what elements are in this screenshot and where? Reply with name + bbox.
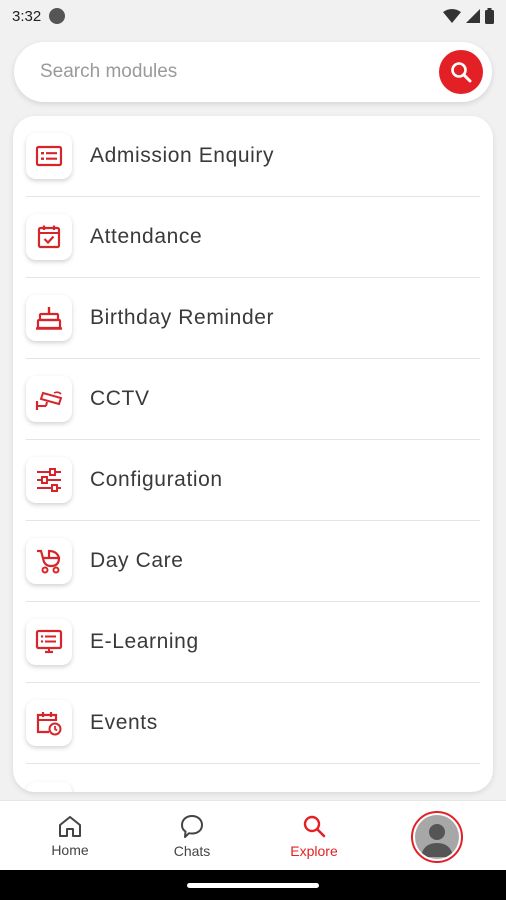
partial-module-icon bbox=[26, 781, 72, 792]
module-label: Birthday Reminder bbox=[90, 306, 275, 329]
search-input[interactable] bbox=[40, 52, 439, 92]
module-label: E-Learning bbox=[90, 630, 199, 653]
user-icon bbox=[421, 824, 453, 857]
avatar bbox=[415, 815, 459, 859]
module-item-attendance[interactable]: Attendance bbox=[26, 197, 480, 278]
nav-chats[interactable]: Chats bbox=[147, 801, 237, 871]
module-item-configuration[interactable]: Configuration bbox=[26, 440, 480, 521]
calendar-clock-icon bbox=[26, 700, 72, 746]
home-icon bbox=[59, 816, 81, 837]
module-label: Admission Enquiry bbox=[90, 144, 275, 167]
nav-home-label: Home bbox=[51, 842, 89, 858]
module-item-e-learning[interactable]: E-Learning bbox=[26, 602, 480, 683]
search-button[interactable] bbox=[439, 50, 483, 94]
module-label: Configuration bbox=[90, 468, 223, 491]
module-item-partial[interactable] bbox=[26, 764, 480, 792]
module-item-events[interactable]: Events bbox=[26, 683, 480, 764]
system-gesture-bar bbox=[0, 870, 506, 900]
admission-list-icon bbox=[26, 133, 72, 179]
search-icon bbox=[451, 62, 472, 83]
module-list: Admission Enquiry Attendance Birthday Re… bbox=[13, 116, 493, 792]
module-label: Day Care bbox=[90, 549, 184, 572]
status-icons bbox=[443, 8, 494, 24]
wifi-icon bbox=[443, 9, 461, 23]
calendar-check-icon bbox=[26, 214, 72, 260]
signal-icon bbox=[466, 9, 480, 23]
monitor-list-icon bbox=[26, 619, 72, 665]
nav-home[interactable]: Home bbox=[25, 801, 115, 871]
module-item-admission-enquiry[interactable]: Admission Enquiry bbox=[26, 116, 480, 197]
sliders-icon bbox=[26, 457, 72, 503]
cctv-camera-icon bbox=[26, 376, 72, 422]
nav-explore-label: Explore bbox=[290, 843, 338, 859]
battery-icon bbox=[485, 8, 494, 24]
nav-chats-label: Chats bbox=[173, 843, 211, 859]
bottom-nav: Home Chats Explore bbox=[0, 800, 506, 870]
status-bar: 3:32 bbox=[0, 0, 506, 32]
module-item-day-care[interactable]: Day Care bbox=[26, 521, 480, 602]
search-icon bbox=[303, 815, 326, 838]
module-item-birthday-reminder[interactable]: Birthday Reminder bbox=[26, 278, 480, 359]
cake-icon bbox=[26, 295, 72, 341]
home-gesture-pill[interactable] bbox=[187, 883, 319, 888]
stroller-icon bbox=[26, 538, 72, 584]
notification-dot-icon bbox=[49, 8, 66, 24]
module-label: CCTV bbox=[90, 387, 150, 410]
module-label: Attendance bbox=[90, 225, 203, 248]
chat-bubble-icon bbox=[181, 815, 203, 838]
module-label: Events bbox=[90, 711, 158, 734]
profile-avatar-button[interactable] bbox=[411, 811, 463, 863]
module-item-cctv[interactable]: CCTV bbox=[26, 359, 480, 440]
nav-explore[interactable]: Explore bbox=[269, 801, 359, 871]
status-time: 3:32 bbox=[12, 7, 42, 25]
search-bar bbox=[14, 42, 492, 102]
